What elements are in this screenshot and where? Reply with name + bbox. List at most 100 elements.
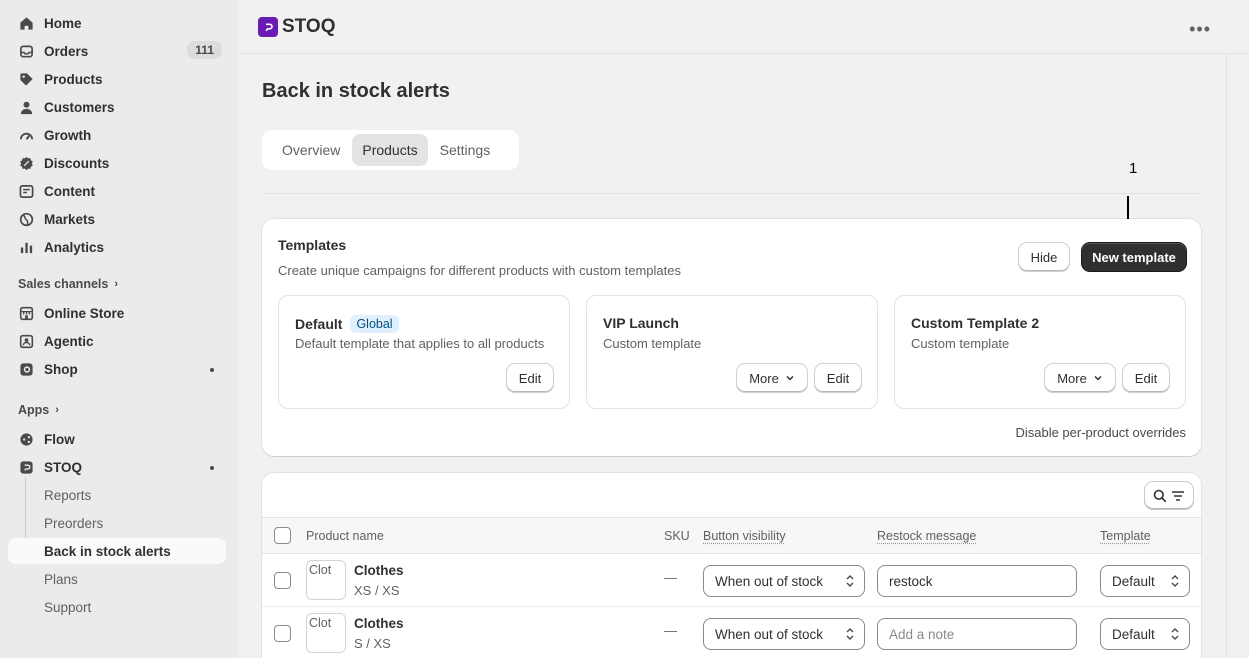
hide-button[interactable]: Hide	[1019, 243, 1069, 271]
search-filter-button[interactable]	[1145, 482, 1193, 509]
row-checkbox[interactable]	[274, 572, 291, 589]
disable-overrides-link[interactable]: Disable per-product overrides	[1015, 425, 1186, 440]
tab-overview[interactable]: Overview	[272, 134, 350, 166]
restock-message-input[interactable]: Add a note	[877, 618, 1077, 650]
product-variant: S / XS	[354, 636, 391, 651]
template-name: VIP Launch	[603, 315, 679, 331]
product-variant: XS / XS	[354, 583, 400, 598]
agent-icon	[18, 333, 34, 349]
edit-button[interactable]: Edit	[815, 364, 861, 392]
orders-icon	[18, 43, 34, 59]
sidebar-item-customers[interactable]: Customers	[8, 93, 226, 121]
sidebar-item-label: Discounts	[44, 155, 110, 171]
column-header-message[interactable]: Restock message	[877, 529, 976, 543]
edit-button[interactable]: Edit	[507, 364, 553, 392]
apps-header[interactable]: Apps ›	[18, 403, 59, 417]
app-name: STOQ	[282, 16, 336, 37]
sidebar-subitem-back-in-stock-alerts[interactable]: Back in stock alerts	[8, 538, 226, 564]
stoq-icon	[18, 459, 34, 475]
tag-icon	[18, 71, 34, 87]
chevron-right-icon: ›	[55, 404, 59, 416]
more-button[interactable]: More	[1045, 364, 1115, 392]
select-arrows-icon	[846, 628, 854, 640]
select-arrows-icon	[1171, 628, 1179, 640]
sidebar-item-markets[interactable]: Markets	[8, 205, 226, 233]
page-title: Back in stock alerts	[262, 80, 450, 102]
button-visibility-select[interactable]: When out of stock	[703, 618, 865, 650]
sidebar-item-label: Content	[44, 183, 95, 199]
new-template-button[interactable]: New template	[1082, 243, 1186, 271]
sidebar-item-discounts[interactable]: Discounts	[8, 149, 226, 177]
edit-button[interactable]: Edit	[1123, 364, 1169, 392]
product-sku: —	[664, 623, 677, 638]
sidebar-item-content[interactable]: Content	[8, 177, 226, 205]
column-header-visibility[interactable]: Button visibility	[703, 529, 786, 543]
home-icon	[18, 15, 34, 31]
tab-products[interactable]: Products	[352, 134, 428, 166]
template-description: Custom template	[603, 336, 702, 351]
sidebar-item-label: Analytics	[44, 239, 105, 255]
sidebar-item-home[interactable]: Home	[8, 9, 226, 37]
table-row: Clot Clothes S / XS — When out of stock …	[262, 607, 1201, 658]
sidebar-item-analytics[interactable]: Analytics	[8, 233, 226, 261]
column-header-product[interactable]: Product name	[306, 529, 384, 543]
row-checkbox[interactable]	[274, 625, 291, 642]
sidebar-subitem-preorders[interactable]: Preorders	[8, 510, 226, 536]
divider	[262, 193, 1201, 194]
search-icon	[1153, 489, 1167, 502]
product-sku: —	[664, 570, 677, 585]
more-options-icon[interactable]: •••	[1189, 19, 1211, 40]
status-dot	[210, 368, 214, 372]
sidebar-subitem-plans[interactable]: Plans	[8, 566, 226, 592]
filter-icon	[1172, 490, 1184, 501]
column-header-sku[interactable]: SKU	[664, 529, 690, 543]
store-icon	[18, 305, 34, 321]
app-header: STOQ •••	[238, 0, 1249, 54]
sidebar: Home Orders 111 Products Customers Growt…	[0, 0, 238, 658]
sidebar-item-label: Orders	[44, 43, 89, 59]
product-name[interactable]: Clothes	[354, 616, 404, 631]
sidebar-item-label: Flow	[44, 431, 75, 447]
template-name: Default	[295, 316, 343, 332]
sidebar-item-agentic[interactable]: Agentic	[8, 327, 226, 355]
sidebar-item-products[interactable]: Products	[8, 65, 226, 93]
sidebar-item-label: STOQ	[44, 459, 83, 475]
gauge-icon	[18, 127, 34, 143]
template-card-default: Default Global Default template that app…	[278, 295, 570, 409]
template-select[interactable]: Default	[1100, 565, 1190, 597]
chevron-down-icon	[1094, 375, 1102, 381]
sidebar-item-label: Agentic	[44, 333, 94, 349]
template-select[interactable]: Default	[1100, 618, 1190, 650]
select-all-checkbox[interactable]	[274, 527, 291, 544]
chevron-down-icon	[786, 375, 794, 381]
table-header: Product name SKU Button visibility Resto…	[262, 517, 1201, 554]
tab-settings[interactable]: Settings	[430, 134, 501, 166]
select-arrows-icon	[1171, 575, 1179, 587]
product-name[interactable]: Clothes	[354, 563, 404, 578]
sidebar-item-label: Shop	[44, 361, 78, 377]
templates-title: Templates	[278, 237, 347, 253]
restock-message-input[interactable]: restock	[877, 565, 1077, 597]
sidebar-item-label: Home	[44, 15, 82, 31]
sidebar-subitem-support[interactable]: Support	[8, 594, 226, 620]
sidebar-item-online-store[interactable]: Online Store	[8, 299, 226, 327]
sidebar-item-label: Online Store	[44, 305, 125, 321]
sidebar-item-stoq[interactable]: STOQ	[8, 453, 226, 481]
sidebar-item-shop[interactable]: Shop	[8, 355, 226, 383]
flow-icon	[18, 431, 34, 447]
annotation-number: 1	[1129, 160, 1138, 177]
product-thumbnail[interactable]: Clot	[306, 560, 346, 600]
sidebar-item-growth[interactable]: Growth	[8, 121, 226, 149]
sidebar-item-flow[interactable]: Flow	[8, 425, 226, 453]
sidebar-item-label: Markets	[44, 211, 96, 227]
more-button[interactable]: More	[737, 364, 807, 392]
sidebar-subitem-reports[interactable]: Reports	[8, 482, 226, 508]
sidebar-item-label: Growth	[44, 127, 92, 143]
button-visibility-select[interactable]: When out of stock	[703, 565, 865, 597]
sidebar-item-orders[interactable]: Orders 111	[8, 37, 226, 65]
template-description: Default template that applies to all pro…	[295, 336, 545, 351]
sidebar-item-label: Customers	[44, 99, 115, 115]
sales-channels-header[interactable]: Sales channels ›	[18, 277, 118, 291]
column-header-template[interactable]: Template	[1100, 529, 1151, 543]
product-thumbnail[interactable]: Clot	[306, 613, 346, 653]
